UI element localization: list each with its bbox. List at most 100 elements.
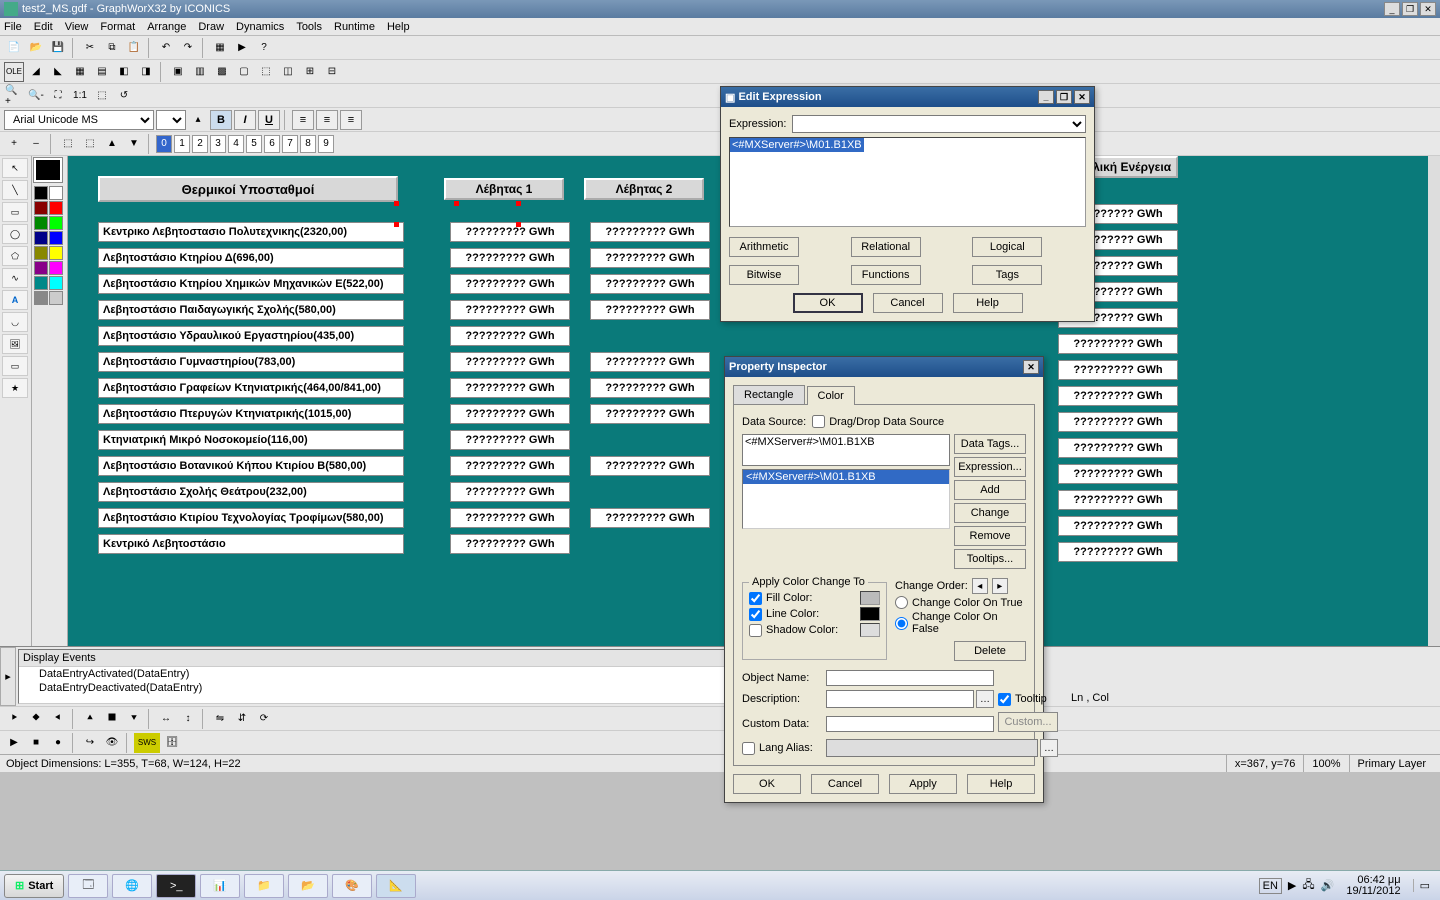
menu-dynamics[interactable]: Dynamics: [236, 21, 284, 33]
expression-button[interactable]: Expression...: [954, 457, 1026, 477]
symbol-tool-icon[interactable]: ★: [2, 378, 28, 398]
value-cell[interactable]: ????????? GWh: [590, 300, 710, 320]
functions-button[interactable]: Functions: [851, 265, 921, 285]
value-cell[interactable]: ????????? GWh: [450, 300, 570, 320]
value-cell[interactable]: ????????? GWh: [450, 248, 570, 268]
tooltip-checkbox[interactable]: Tooltip: [998, 693, 1058, 706]
align-c-icon[interactable]: ⯁: [26, 709, 46, 729]
task-graphworx[interactable]: 📐: [376, 874, 416, 898]
dyn5-icon[interactable]: ◧: [114, 62, 134, 82]
color-dred[interactable]: [34, 201, 48, 215]
station-label[interactable]: Λεβητοστάσιο Πτερυγών Κτηνιατρικής(1015,…: [98, 404, 404, 424]
order-down-button[interactable]: ▸: [992, 578, 1008, 594]
font-size-up-icon[interactable]: ▴: [188, 110, 208, 130]
help-icon[interactable]: ?: [254, 38, 274, 58]
total-cell[interactable]: ????????? GWh: [1058, 334, 1178, 354]
save-icon[interactable]: 💾: [48, 38, 68, 58]
dragdrop-checkbox[interactable]: Drag/Drop Data Source: [812, 415, 944, 428]
break-icon[interactable]: ●: [48, 733, 68, 753]
help-button[interactable]: Help: [953, 293, 1023, 313]
color-dblue[interactable]: [34, 231, 48, 245]
dist-v-icon[interactable]: ↕: [178, 709, 198, 729]
selection-handle[interactable]: [516, 201, 521, 206]
value-cell[interactable]: ????????? GWh: [590, 508, 710, 528]
color-red[interactable]: [49, 201, 63, 215]
value-cell[interactable]: ????????? GWh: [450, 482, 570, 502]
desc-input[interactable]: [826, 690, 974, 708]
dyn2-icon[interactable]: ◣: [48, 62, 68, 82]
layer-6-button[interactable]: 6: [264, 135, 280, 153]
dyn8-icon[interactable]: ▥: [190, 62, 210, 82]
station-label[interactable]: Λεβητοστάσιο Κτηρίου Χημικών Μηχανικών Ε…: [98, 274, 404, 294]
dyn13-icon[interactable]: ⊞: [300, 62, 320, 82]
color-white[interactable]: [49, 186, 63, 200]
open-icon[interactable]: 📂: [26, 38, 46, 58]
dyn12-icon[interactable]: ◫: [278, 62, 298, 82]
layer-3-button[interactable]: 3: [210, 135, 226, 153]
value-cell[interactable]: ????????? GWh: [590, 456, 710, 476]
help-button[interactable]: Help: [967, 774, 1035, 794]
selection-handle[interactable]: [394, 201, 399, 206]
datasource-input[interactable]: [742, 434, 950, 466]
layer-4-button[interactable]: 4: [228, 135, 244, 153]
dlg-close-button[interactable]: ✕: [1074, 90, 1090, 104]
total-cell[interactable]: ????????? GWh: [1058, 412, 1178, 432]
dyn4-icon[interactable]: ▤: [92, 62, 112, 82]
maximize-button[interactable]: ❐: [1402, 2, 1418, 16]
menu-tools[interactable]: Tools: [296, 21, 322, 33]
pointer-tool-icon[interactable]: ↖: [2, 158, 28, 178]
tab-color[interactable]: Color: [807, 386, 855, 405]
paste-icon[interactable]: 📋: [124, 38, 144, 58]
watch-icon[interactable]: 👁: [102, 733, 122, 753]
value-cell[interactable]: ????????? GWh: [450, 326, 570, 346]
ok-button[interactable]: OK: [793, 293, 863, 313]
align-right-button[interactable]: ≡: [340, 110, 362, 130]
edit-expression-dialog[interactable]: ▣ Edit Expression _ ❐ ✕ Expression: <#MX…: [720, 86, 1095, 322]
font-family-select[interactable]: Arial Unicode MS: [4, 110, 154, 130]
ungroup-icon[interactable]: ⬚: [80, 134, 100, 154]
dlg-min-button[interactable]: _: [1038, 90, 1054, 104]
value-cell[interactable]: ????????? GWh: [450, 378, 570, 398]
station-label[interactable]: Λεβητοστάσιο Γραφείων Κτηνιατρικής(464,0…: [98, 378, 404, 398]
ontrue-radio[interactable]: Change Color On True: [895, 596, 1026, 609]
new-icon[interactable]: 📄: [4, 38, 24, 58]
rotate-icon[interactable]: ⟳: [254, 709, 274, 729]
line-tool-icon[interactable]: ╲: [2, 180, 28, 200]
station-label[interactable]: Κτηνιατρική Μικρό Νοσοκομείο(116,00): [98, 430, 404, 450]
station-label[interactable]: Λεβητοστάσιο Γυμναστηρίου(783,00): [98, 352, 404, 372]
dist-h-icon[interactable]: ↔: [156, 709, 176, 729]
ok-button[interactable]: OK: [733, 774, 801, 794]
zoom-area-icon[interactable]: ⬚: [92, 86, 112, 106]
value-cell[interactable]: ????????? GWh: [590, 222, 710, 242]
station-label[interactable]: Λεβητοστάσιο Υδραυλικού Εργαστηρίου(435,…: [98, 326, 404, 346]
undo-icon[interactable]: ↶: [156, 38, 176, 58]
total-cell[interactable]: ????????? GWh: [1058, 542, 1178, 562]
db-icon[interactable]: 🗄: [162, 733, 182, 753]
events-list[interactable]: Display Events DataEntryActivated(DataEn…: [18, 649, 738, 704]
layer-add-icon[interactable]: +: [4, 134, 24, 154]
total-cell[interactable]: ????????? GWh: [1058, 386, 1178, 406]
selection-handle[interactable]: [516, 222, 521, 227]
front-icon[interactable]: ▲: [102, 134, 122, 154]
task-folder[interactable]: 📂: [288, 874, 328, 898]
menu-help[interactable]: Help: [387, 21, 410, 33]
cancel-button[interactable]: Cancel: [811, 774, 879, 794]
color-magenta[interactable]: [49, 261, 63, 275]
fillcolor-checkbox[interactable]: Fill Color:: [749, 591, 880, 605]
ellipse-tool-icon[interactable]: ◯: [2, 224, 28, 244]
station-label[interactable]: Λεβητοστάσιο Παιδαγωγικής Σχολής(580,00): [98, 300, 404, 320]
event-row[interactable]: DataEntryActivated(DataEntry): [19, 667, 737, 681]
station-label[interactable]: Λεβητοστάσιο Σχολής Θεάτρου(232,00): [98, 482, 404, 502]
linecolor-swatch[interactable]: [860, 607, 880, 621]
langalias-checkbox[interactable]: Lang Alias:: [742, 742, 822, 755]
expression-select[interactable]: [792, 115, 1086, 133]
zoom-out-icon[interactable]: 🔍-: [26, 86, 46, 106]
close-button[interactable]: ✕: [1420, 2, 1436, 16]
menu-file[interactable]: File: [4, 21, 22, 33]
layer-8-button[interactable]: 8: [300, 135, 316, 153]
value-cell[interactable]: ????????? GWh: [450, 274, 570, 294]
task-ie[interactable]: 🌐: [112, 874, 152, 898]
color-black[interactable]: [34, 186, 48, 200]
run-icon[interactable]: ▶: [4, 733, 24, 753]
total-cell[interactable]: ????????? GWh: [1058, 516, 1178, 536]
